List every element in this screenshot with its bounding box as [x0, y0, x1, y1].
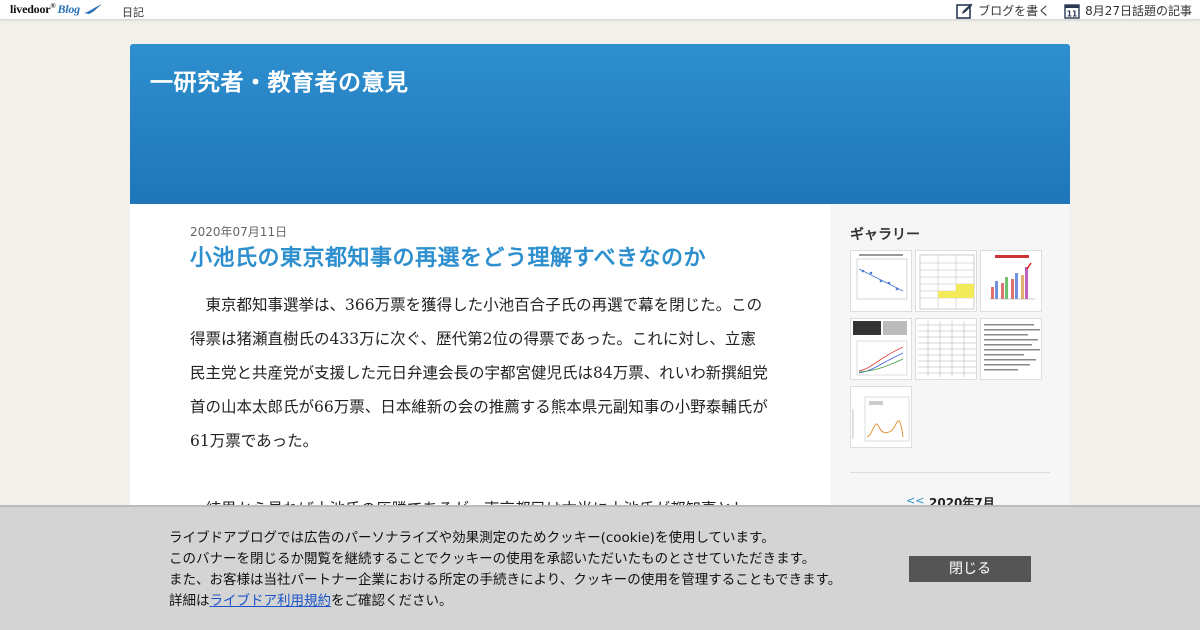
post-title[interactable]: 小池氏の東京都知事の再選をどう理解すべきなのか: [190, 240, 706, 272]
gallery-thumb[interactable]: [850, 386, 912, 448]
trending-link[interactable]: 11 8月27日話題の記事: [1064, 2, 1192, 19]
top-bar: livedoor® Blog 日記 ブログを書く 11 8月27日話題の記事: [0, 0, 1200, 20]
gallery-thumb[interactable]: [915, 250, 977, 312]
post-date: 2020年07月11日: [190, 225, 288, 239]
livedoor-logo[interactable]: livedoor® Blog: [10, 2, 80, 17]
gallery-thumb[interactable]: [915, 318, 977, 380]
cookie-message: ライブドアブログでは広告のパーソナライズや効果測定のためクッキー(cookie)…: [169, 528, 841, 612]
curve-chart-thumbnail: [852, 396, 910, 442]
gallery-thumb[interactable]: [850, 318, 912, 380]
cookie-details-prefix: 詳細は: [169, 593, 210, 609]
pencil-square-icon: [956, 3, 973, 19]
cookie-line: ライブドアブログでは広告のパーソナライズや効果測定のためクッキー(cookie)…: [169, 530, 775, 546]
cookie-line: このバナーを閉じるか閲覧を継続することでクッキーの使用を承認いただいたものとさせ…: [169, 551, 816, 567]
gallery-title: ギャラリー: [850, 227, 920, 243]
trending-label: 8月27日話題の記事: [1085, 4, 1192, 18]
write-blog-label: ブログを書く: [978, 4, 1051, 18]
scatter-chart-thumbnail: [856, 254, 908, 300]
logo-reg: ®: [50, 2, 56, 10]
text-document-thumbnail: [984, 324, 1040, 371]
logo-text: livedoor: [10, 2, 51, 16]
gallery-grid: [850, 250, 1050, 448]
line-chart-thumbnail: [853, 321, 908, 376]
cookie-line: 詳細はライブドア利用規約をご確認ください。: [169, 591, 841, 612]
post-body: 東京都知事選挙は、366万票を獲得した小池百合子氏の再選で幕を閉じた。この得票は…: [190, 288, 770, 526]
post-paragraph: 東京都知事選挙は、366万票を獲得した小池百合子氏の再選で幕を閉じた。この得票は…: [190, 296, 768, 450]
gallery-thumb[interactable]: [980, 250, 1042, 312]
nav-diary-link[interactable]: 日記: [122, 4, 144, 20]
terms-link[interactable]: ライブドア利用規約: [210, 593, 332, 609]
bar-chart-thumbnail: [989, 255, 1035, 300]
cookie-line: また、お客様は当社パートナー企業における所定の手続きにより、クッキーの使用を管理…: [169, 572, 842, 588]
table-thumbnail: [919, 254, 975, 310]
calendar-day: 11: [1067, 9, 1077, 18]
calendar-icon: 11: [1064, 3, 1080, 19]
gallery-thumb[interactable]: [980, 318, 1042, 380]
blog-title[interactable]: 一研究者・教育者の意見: [150, 63, 409, 97]
logo-blog: Blog: [57, 2, 80, 16]
cookie-details-suffix: をご確認ください。: [331, 593, 453, 609]
bird-icon: [84, 4, 102, 14]
sidebar-divider: [850, 472, 1050, 473]
write-blog-link[interactable]: ブログを書く: [956, 2, 1050, 19]
cookie-banner: ライブドアブログでは広告のパーソナライズや効果測定のためクッキー(cookie)…: [0, 505, 1200, 630]
close-button[interactable]: 閉じる: [909, 556, 1031, 582]
data-table-thumbnail: [918, 321, 976, 377]
gallery-thumb[interactable]: [850, 250, 912, 312]
blog-header: 一研究者・教育者の意見: [130, 44, 1070, 204]
